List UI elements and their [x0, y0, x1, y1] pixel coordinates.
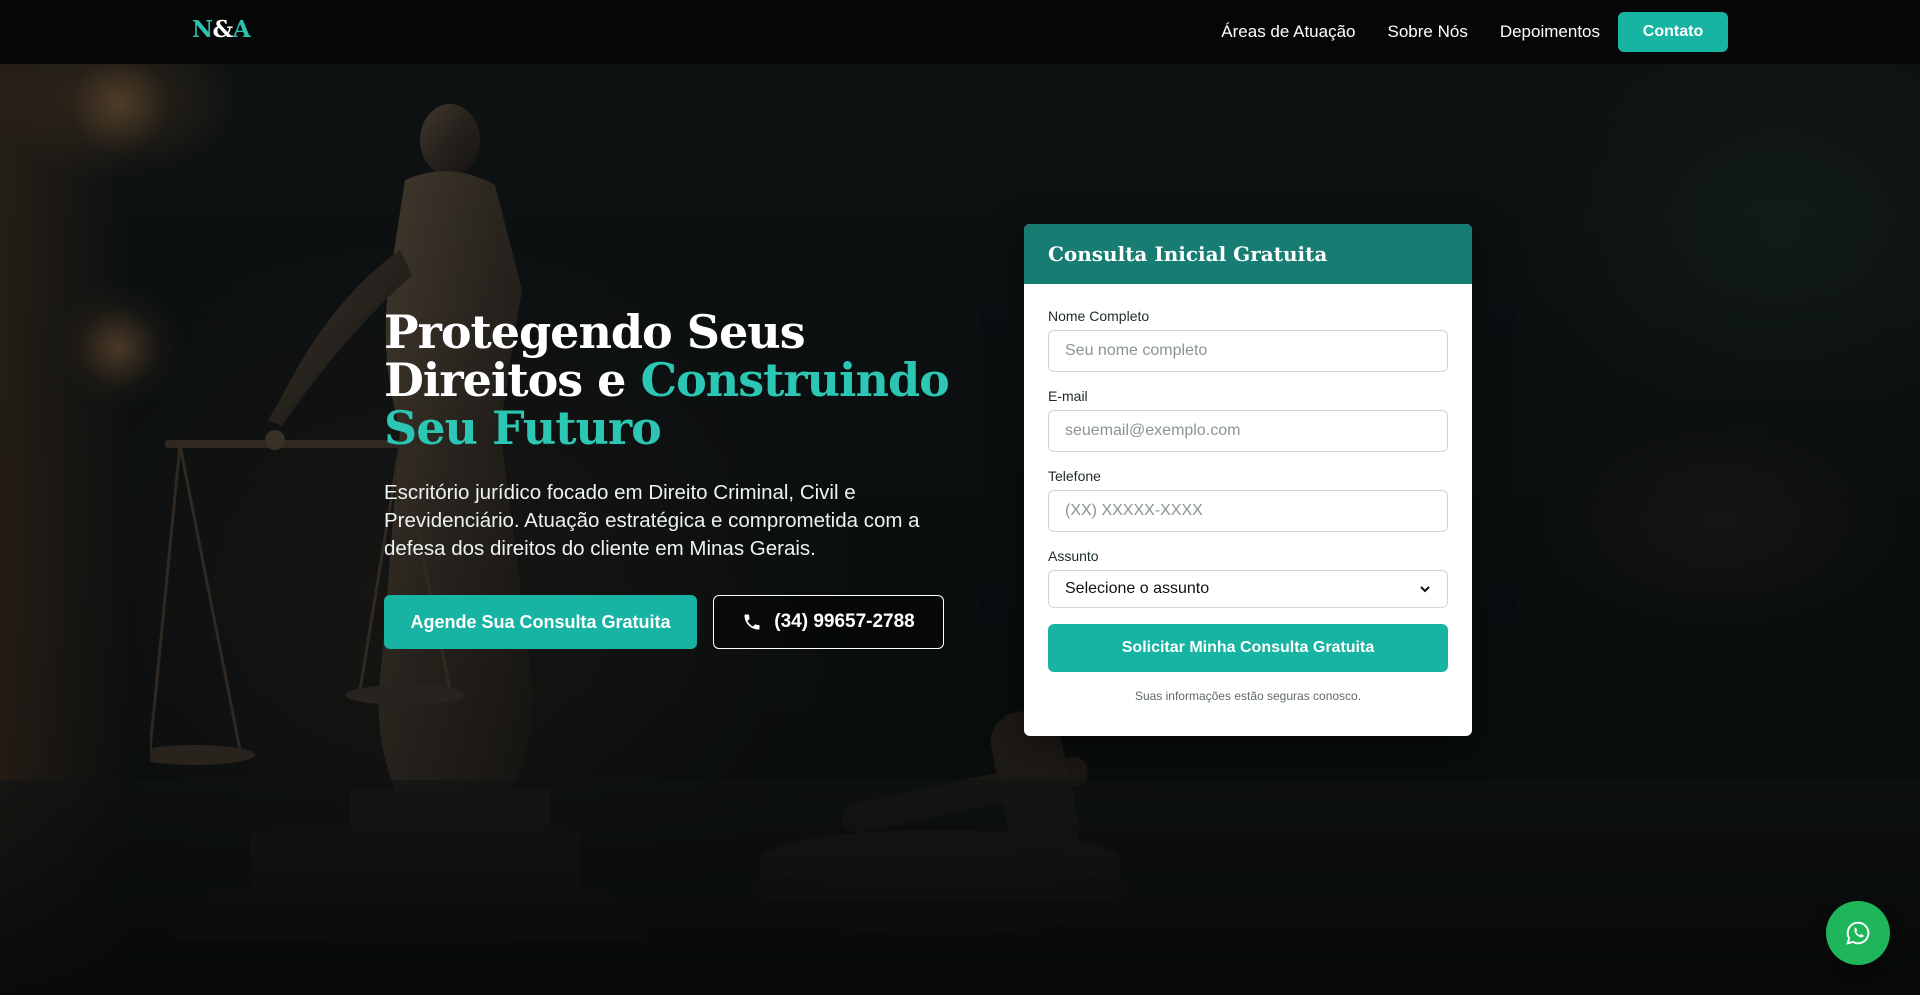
email-label: E-mail: [1048, 388, 1088, 404]
security-note: Suas informações estão seguras conosco.: [1134, 689, 1362, 703]
name-label: Nome Completo: [1048, 308, 1150, 324]
chevron-down-icon: [1420, 586, 1430, 593]
hero-title: Protegendo Seus Direitos e Construindo S…: [384, 308, 984, 452]
name-field-group: Nome Completo: [1048, 308, 1448, 372]
subject-field-group: Assunto Selecione o assunto: [1048, 548, 1448, 608]
nav-contact-button[interactable]: Contato: [1618, 12, 1728, 52]
phone-number-label: (34) 99657-2788: [774, 611, 915, 632]
submit-consultation-button[interactable]: Solicitar Minha Consulta Gratuita: [1048, 624, 1448, 672]
site-logo[interactable]: N&A: [192, 16, 251, 43]
top-navbar: N&A Áreas de Atuação Sobre Nós Depoiment…: [0, 0, 1920, 64]
subject-select[interactable]: Selecione o assunto: [1048, 570, 1448, 608]
name-input[interactable]: [1048, 330, 1448, 372]
schedule-consultation-button[interactable]: Agende Sua Consulta Gratuita: [384, 595, 697, 649]
form-body: Nome Completo E-mail Telefone Assunto Se…: [1024, 284, 1472, 703]
logo-letter-a: A: [232, 16, 251, 43]
email-input[interactable]: [1048, 410, 1448, 452]
phone-label: Telefone: [1048, 468, 1101, 484]
nav-link-sobre-nos[interactable]: Sobre Nós: [1388, 22, 1468, 42]
subject-selected-value: Selecione o assunto: [1065, 580, 1210, 597]
logo-ampersand: &: [212, 16, 234, 43]
nav-link-depoimentos[interactable]: Depoimentos: [1500, 22, 1600, 42]
nav-link-areas-de-atuacao[interactable]: Áreas de Atuação: [1221, 22, 1355, 42]
phone-field-group: Telefone: [1048, 468, 1448, 532]
logo-letter-n: N: [192, 16, 213, 43]
subject-label: Assunto: [1048, 548, 1099, 564]
email-field-group: E-mail: [1048, 388, 1448, 452]
whatsapp-float-button[interactable]: [1826, 901, 1890, 965]
phone-button[interactable]: (34) 99657-2788: [713, 595, 944, 649]
form-title: Consulta Inicial Gratuita: [1024, 224, 1472, 284]
whatsapp-icon: [1846, 921, 1870, 945]
hero-subtitle: Escritório jurídico focado em Direito Cr…: [384, 481, 920, 560]
nav-links: Áreas de Atuação Sobre Nós Depoimentos: [1221, 0, 1600, 64]
consultation-form-card: Consulta Inicial Gratuita Nome Completo …: [1024, 224, 1472, 736]
phone-icon: [744, 614, 760, 630]
phone-input[interactable]: [1048, 490, 1448, 532]
